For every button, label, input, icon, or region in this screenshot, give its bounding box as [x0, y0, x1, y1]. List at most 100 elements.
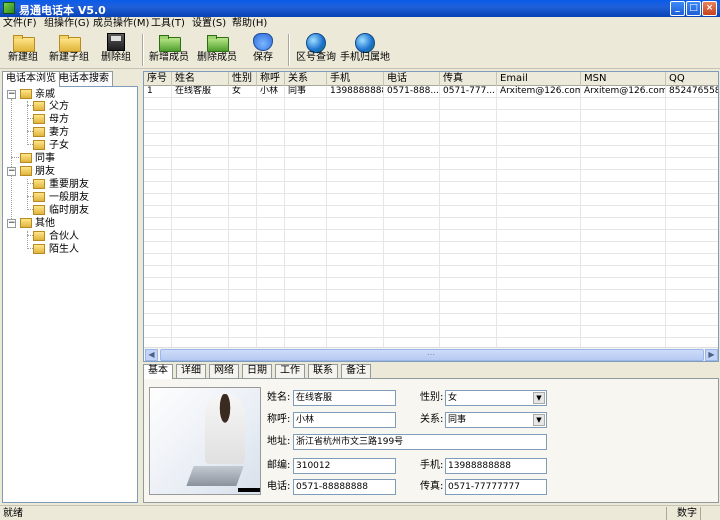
menu-file[interactable]: 文件(F)	[3, 17, 37, 31]
grid-line	[228, 326, 229, 338]
col-header[interactable]: 关系	[285, 72, 327, 86]
empty-row	[144, 218, 718, 230]
grid-line	[580, 206, 581, 218]
col-header[interactable]: 电话	[384, 72, 440, 86]
address-field[interactable]: 浙江省杭州市文三路199号	[293, 434, 547, 450]
maximize-button[interactable]: □	[686, 1, 701, 16]
member-add-icon	[158, 33, 181, 52]
tree-group-friends[interactable]: − 朋友	[7, 165, 135, 178]
col-header[interactable]: 性别	[229, 72, 257, 86]
grid-line	[439, 170, 440, 182]
fax-field[interactable]: 0571-77777777	[445, 479, 547, 495]
delete-member-button[interactable]: 删除成员	[196, 32, 238, 68]
menu-member-ops[interactable]: 成员操作(M)	[93, 17, 149, 31]
phone-field[interactable]: 0571-88888888	[293, 479, 396, 495]
table-row[interactable]: 1 在线客服 女 小林 同事 13988888888 0571-888... 0…	[144, 86, 718, 98]
menu-tools[interactable]: 工具(T)	[151, 17, 185, 31]
grid-line	[326, 122, 327, 134]
col-header[interactable]: 姓名	[172, 72, 229, 86]
grid-line	[256, 182, 257, 194]
phone-location-button[interactable]: 手机归属地	[340, 32, 390, 68]
tree-item[interactable]: 一般朋友	[27, 191, 127, 204]
grid-line	[256, 206, 257, 218]
relation-select[interactable]: 同事 ▼	[445, 412, 547, 428]
col-header[interactable]: MSN	[581, 72, 666, 86]
tree-item[interactable]: 妻方	[27, 126, 127, 139]
grid-line	[326, 314, 327, 326]
add-member-button[interactable]: 新增成员	[148, 32, 190, 68]
tab-search[interactable]: 电话本搜索	[55, 71, 113, 86]
minimize-button[interactable]: _	[670, 1, 685, 16]
collapse-toggle-icon[interactable]: −	[7, 167, 16, 176]
col-header[interactable]: Email	[497, 72, 581, 86]
tree-group-others[interactable]: − 其他	[7, 217, 135, 230]
grid-line	[496, 110, 497, 122]
grid-line	[665, 278, 666, 290]
tab-work[interactable]: 工作	[275, 364, 305, 378]
tab-detail[interactable]: 详细	[176, 364, 206, 378]
grid-line	[496, 134, 497, 146]
grid-line	[439, 266, 440, 278]
collapse-toggle-icon[interactable]: −	[7, 219, 16, 228]
grid-line	[171, 266, 172, 278]
grid-line	[580, 146, 581, 158]
grid-line	[284, 314, 285, 326]
tab-contact[interactable]: 联系	[308, 364, 338, 378]
contact-photo[interactable]	[149, 387, 261, 495]
grid-line	[256, 218, 257, 230]
gender-select[interactable]: 女 ▼	[445, 390, 547, 406]
tree-item[interactable]: 合伙人	[27, 230, 127, 243]
grid-line	[665, 122, 666, 134]
collapse-toggle-icon[interactable]: −	[7, 90, 16, 99]
close-button[interactable]: ×	[702, 1, 717, 16]
zip-field[interactable]: 310012	[293, 458, 396, 474]
grid-line	[256, 146, 257, 158]
grid-line	[326, 302, 327, 314]
grid-line	[496, 218, 497, 230]
fax-label: 传真:	[420, 481, 444, 492]
scroll-thumb[interactable]: ⋯	[160, 349, 704, 361]
tab-notes[interactable]: 备注	[341, 364, 371, 378]
col-header[interactable]: 手机	[327, 72, 384, 86]
menu-help[interactable]: 帮助(H)	[232, 17, 267, 31]
scroll-left-icon[interactable]: ◀	[145, 349, 158, 361]
mobile-field[interactable]: 13988888888	[445, 458, 547, 474]
grid-line	[665, 98, 666, 110]
folder-icon	[33, 127, 45, 137]
delete-group-button[interactable]: 删除组	[98, 32, 134, 68]
scroll-right-icon[interactable]: ▶	[705, 349, 718, 361]
grid-line	[496, 122, 497, 134]
menu-settings[interactable]: 设置(S)	[192, 17, 226, 31]
grid-line	[665, 302, 666, 314]
empty-row	[144, 290, 718, 302]
grid-line	[665, 290, 666, 302]
tree-item[interactable]: 子女	[27, 139, 127, 152]
grid-line	[383, 302, 384, 314]
tree-group-colleagues[interactable]: 同事	[7, 152, 135, 165]
save-button[interactable]: 保存	[246, 32, 280, 68]
horizontal-scrollbar[interactable]: ◀ ⋯ ▶	[144, 347, 718, 361]
tree-item[interactable]: 陌生人	[27, 243, 127, 256]
grid-line	[439, 194, 440, 206]
area-code-button[interactable]: 区号查询	[295, 32, 337, 68]
tree-item[interactable]: 母方	[27, 113, 127, 126]
col-header[interactable]: 传真	[440, 72, 497, 86]
col-header[interactable]: QQ	[666, 72, 718, 86]
tree-item[interactable]: 重要朋友	[27, 178, 127, 191]
new-group-button[interactable]: 新建组	[4, 32, 42, 68]
col-header[interactable]: 称呼	[257, 72, 285, 86]
menu-group-ops[interactable]: 组操作(G)	[44, 17, 90, 31]
grid-line	[228, 254, 229, 266]
tab-basic[interactable]: 基本	[143, 364, 173, 379]
new-subgroup-button[interactable]: 新建子组	[48, 32, 90, 68]
name-field[interactable]: 在线客服	[293, 390, 396, 406]
col-header[interactable]: 序号	[144, 72, 172, 86]
tree-item[interactable]: 临时朋友	[27, 204, 127, 217]
chevron-down-icon[interactable]: ▼	[533, 414, 545, 426]
nickname-field[interactable]: 小林	[293, 412, 396, 428]
tab-browse[interactable]: 电话本浏览	[2, 71, 60, 87]
tree-item[interactable]: 父方	[27, 100, 127, 113]
tab-date[interactable]: 日期	[242, 364, 272, 378]
tab-network[interactable]: 网络	[209, 364, 239, 378]
chevron-down-icon[interactable]: ▼	[533, 392, 545, 404]
